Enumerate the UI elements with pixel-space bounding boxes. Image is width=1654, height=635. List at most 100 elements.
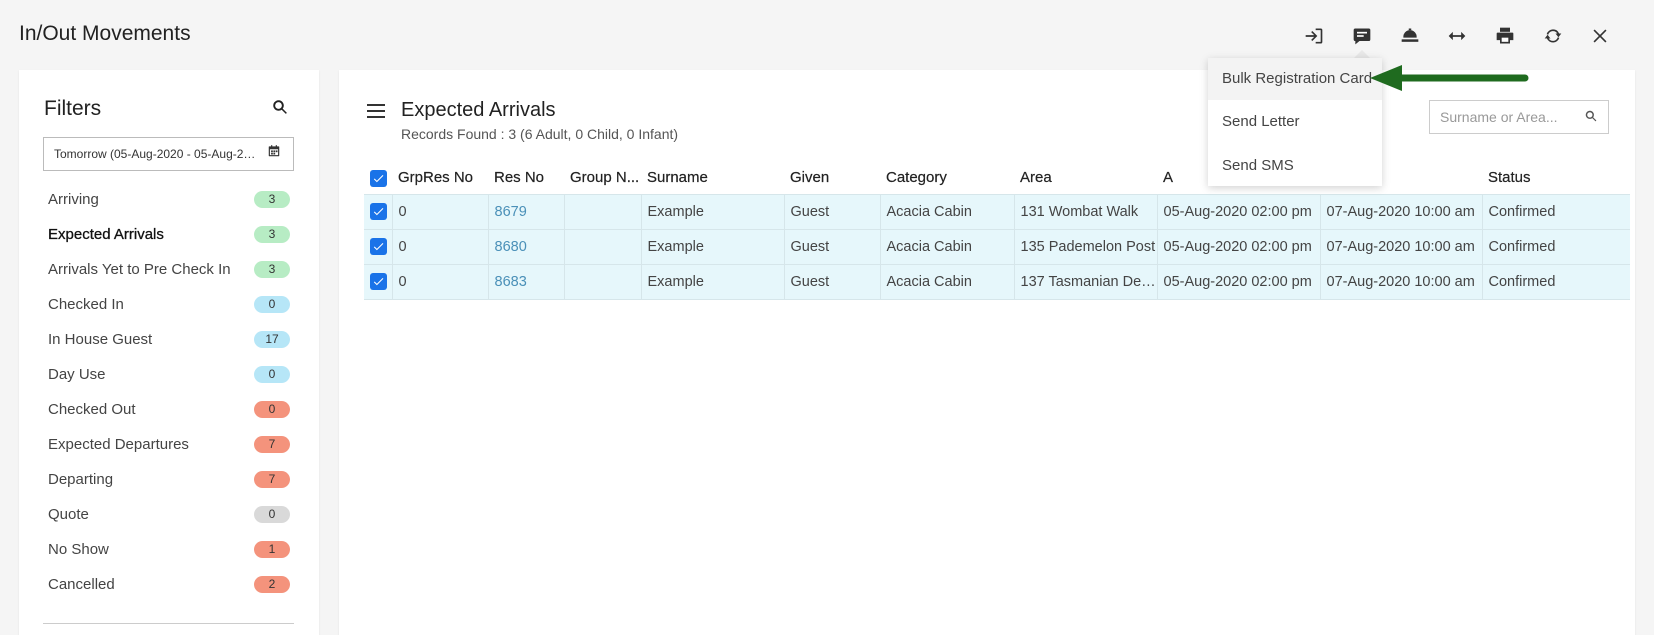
filter-item[interactable]: Expected Departures 7 — [19, 427, 319, 462]
cell-status: Confirmed — [1481, 228, 1630, 264]
row-checkbox[interactable] — [370, 238, 387, 255]
count-badge: 3 — [254, 191, 290, 208]
search-input[interactable] — [1440, 109, 1580, 125]
count-badge: 3 — [254, 226, 290, 243]
main-title: Expected Arrivals — [401, 99, 556, 121]
res-no-link[interactable]: 8679 — [495, 204, 527, 220]
cell-surname: Example — [640, 193, 784, 229]
cell-arrive: 05-Aug-2020 02:00 pm — [1156, 228, 1320, 264]
row-checkbox[interactable] — [370, 203, 387, 220]
table-header: GrpRes No Res No Group N... Surname Give… — [364, 162, 1630, 194]
filter-item[interactable]: Arrivals Yet to Pre Check In 3 — [19, 252, 319, 287]
table-row[interactable]: 0 8680 Example Guest Acacia Cabin 135 Pademel… — [364, 228, 1630, 264]
date-range-input[interactable]: Tomorrow (05-Aug-2020 - 05-Aug-2020) — [43, 137, 294, 171]
filter-label: Arriving — [48, 191, 99, 208]
table-row[interactable]: 0 8683 Example Guest Acacia Cabin 137 Tasmani… — [364, 263, 1630, 300]
count-badge: 0 — [254, 366, 290, 383]
count-badge: 17 — [254, 331, 290, 348]
row-select-cell — [364, 228, 392, 264]
calendar-icon[interactable] — [267, 144, 285, 162]
cell-status: Confirmed — [1481, 193, 1630, 229]
cell-area: 137 Tasmanian Dev... — [1013, 263, 1157, 300]
res-no-link[interactable]: 8680 — [495, 239, 527, 255]
cell-depart: 07-Aug-2020 10:00 am — [1319, 263, 1482, 300]
filter-item[interactable]: In House Guest 17 — [19, 322, 319, 357]
message-dropdown: Bulk Registration Card Send Letter Send … — [1208, 58, 1382, 186]
col-status[interactable]: Status — [1482, 162, 1630, 194]
message-icon[interactable] — [1348, 22, 1376, 50]
filter-item[interactable]: Expected Arrivals 3 — [19, 217, 319, 252]
count-badge: 2 — [254, 576, 290, 593]
cell-grpres: 0 — [391, 263, 488, 300]
filter-label: Arrivals Yet to Pre Check In — [48, 261, 231, 278]
menu-icon[interactable] — [367, 104, 385, 120]
search-icon[interactable] — [1584, 109, 1600, 125]
count-badge: 3 — [254, 261, 290, 278]
filter-item[interactable]: Cancelled 2 — [19, 567, 319, 602]
cell-group — [563, 193, 641, 229]
filter-label: Expected Arrivals — [48, 226, 164, 243]
cell-surname: Example — [640, 263, 784, 300]
cell-depart: 07-Aug-2020 10:00 am — [1319, 193, 1482, 229]
filter-label: Day Use — [48, 366, 106, 383]
sign-in-icon[interactable] — [1300, 22, 1328, 50]
cell-area: 135 Pademelon Post — [1013, 228, 1157, 264]
count-badge: 0 — [254, 401, 290, 418]
row-select-cell — [364, 263, 392, 300]
filter-item[interactable]: Departing 7 — [19, 462, 319, 497]
filter-item[interactable]: No Show 1 — [19, 532, 319, 567]
col-category[interactable]: Category — [880, 162, 1014, 194]
filter-label: Cancelled — [48, 576, 115, 593]
arrivals-table: GrpRes No Res No Group N... Surname Give… — [364, 162, 1630, 300]
count-badge: 7 — [254, 436, 290, 453]
row-select-cell — [364, 193, 392, 229]
print-icon[interactable] — [1491, 22, 1519, 50]
filter-item[interactable]: Checked Out 0 — [19, 392, 319, 427]
filter-item[interactable]: Checked In 0 — [19, 287, 319, 322]
annotation-arrow — [1370, 65, 1529, 91]
filter-label: Expected Departures — [48, 436, 189, 453]
cell-grpres: 0 — [391, 193, 488, 229]
select-all-checkbox[interactable] — [370, 169, 387, 187]
filter-label: Checked In — [48, 296, 124, 313]
col-res-no[interactable]: Res No — [488, 162, 564, 194]
main-panel: Expected Arrivals Records Found : 3 (6 A… — [339, 70, 1635, 635]
cell-category: Acacia Cabin — [879, 193, 1014, 229]
refresh-icon[interactable] — [1539, 22, 1567, 50]
cell-group — [563, 263, 641, 300]
filter-item[interactable]: Arriving 3 — [19, 182, 319, 217]
send-letter-item[interactable]: Send Letter — [1208, 100, 1382, 144]
cell-category: Acacia Cabin — [879, 263, 1014, 300]
col-group-name[interactable]: Group N... — [564, 162, 641, 194]
filter-label: Quote — [48, 506, 89, 523]
col-grpres-no[interactable]: GrpRes No — [392, 162, 488, 194]
filter-label: Departing — [48, 471, 114, 488]
records-found: Records Found : 3 (6 Adult, 0 Child, 0 I… — [401, 126, 679, 142]
send-sms-item[interactable]: Send SMS — [1208, 144, 1382, 188]
bell-icon[interactable] — [1396, 22, 1424, 50]
dropdown-caret — [1354, 50, 1370, 58]
filter-item[interactable]: Quote 0 — [19, 497, 319, 532]
filter-list: Arriving 3 Expected Arrivals 3 Arrivals Yet … — [19, 182, 319, 602]
divider — [43, 623, 294, 624]
arrows-h-icon[interactable] — [1443, 22, 1471, 50]
col-given[interactable]: Given — [784, 162, 880, 194]
table-row[interactable]: 0 8679 Example Guest Acacia Cabin 131 Wombat … — [364, 193, 1630, 229]
filter-item[interactable]: Day Use 0 — [19, 357, 319, 392]
col-area[interactable]: Area — [1014, 162, 1157, 194]
cell-area: 131 Wombat Walk — [1013, 193, 1157, 229]
cell-status: Confirmed — [1481, 263, 1630, 300]
page-title: In/Out Movements — [19, 22, 191, 45]
col-surname[interactable]: Surname — [641, 162, 784, 194]
cell-depart: 07-Aug-2020 10:00 am — [1319, 228, 1482, 264]
cell-group — [563, 228, 641, 264]
close-icon[interactable] — [1586, 22, 1614, 50]
bulk-registration-card-item[interactable]: Bulk Registration Card — [1208, 58, 1382, 100]
row-checkbox[interactable] — [370, 273, 387, 290]
cell-surname: Example — [640, 228, 784, 264]
search-box — [1429, 100, 1609, 134]
count-badge: 0 — [254, 296, 290, 313]
search-icon[interactable] — [271, 98, 293, 120]
res-no-link[interactable]: 8683 — [495, 274, 527, 290]
filter-label: No Show — [48, 541, 109, 558]
